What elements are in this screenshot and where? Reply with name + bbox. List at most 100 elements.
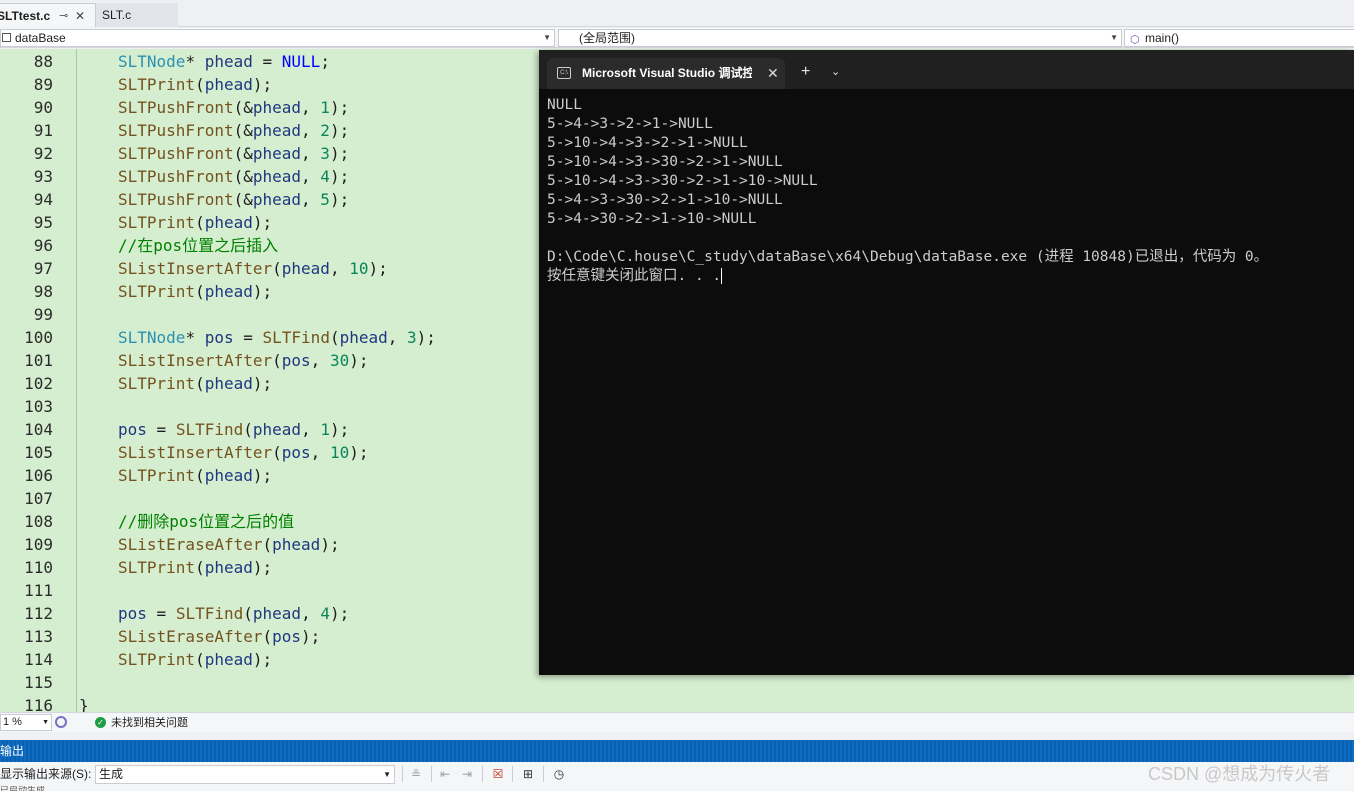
- code-token: );: [416, 328, 436, 347]
- code-text: SLTNode* pos = SLTFind(phead, 3);: [118, 326, 436, 349]
- line-number: 95: [33, 213, 53, 232]
- debug-console-window[interactable]: C:\ Microsoft Visual Studio 调试控制台 ✕ + ⌄ …: [539, 50, 1354, 675]
- code-token: (&: [233, 167, 253, 186]
- code-token: );: [252, 650, 273, 669]
- code-token: (: [195, 466, 205, 485]
- code-token: (: [243, 604, 253, 623]
- code-token: );: [252, 213, 273, 232]
- close-tab-icon[interactable]: ✕: [75, 4, 85, 28]
- code-token: SListInsertAfter: [118, 351, 273, 370]
- code-token: SLTPrint: [118, 213, 196, 232]
- code-text: SLTPrint(phead);: [118, 372, 272, 395]
- project-icon: [2, 33, 11, 42]
- member-dropdown[interactable]: ⬡ main(): [1124, 29, 1354, 47]
- code-text: SListInsertAfter(pos, 10);: [118, 441, 368, 464]
- code-token: ,: [301, 121, 321, 140]
- code-token: phead: [204, 558, 253, 577]
- code-token: 1: [320, 420, 330, 439]
- code-token: phead: [281, 259, 330, 278]
- line-number: 104: [24, 420, 53, 439]
- pin-icon[interactable]: ⊸: [59, 4, 68, 28]
- find-message-icon[interactable]: ≗: [408, 767, 424, 782]
- code-token: (: [195, 374, 205, 393]
- code-token: *: [185, 328, 205, 347]
- code-line[interactable]: 116}: [0, 694, 1354, 712]
- line-number: 88: [33, 52, 53, 71]
- code-token: );: [349, 443, 369, 462]
- code-token: (: [262, 627, 273, 646]
- code-token: //在pos位置之后插入: [118, 236, 279, 255]
- line-number: 96: [33, 236, 53, 255]
- new-tab-button[interactable]: +: [801, 58, 810, 86]
- code-cleanup-icon[interactable]: [55, 716, 67, 728]
- code-token: (: [195, 558, 205, 577]
- previous-message-icon[interactable]: ⇤: [437, 767, 453, 782]
- code-token: (: [243, 420, 253, 439]
- toolbar-separator: [512, 766, 513, 782]
- chevron-down-icon: ▼: [1110, 33, 1118, 42]
- terminal-icon: C:\: [557, 67, 571, 79]
- code-text: }: [79, 696, 89, 712]
- code-token: );: [252, 558, 273, 577]
- code-text: SListInsertAfter(pos, 30);: [118, 349, 368, 372]
- chevron-down-icon: ▼: [42, 719, 49, 726]
- next-message-icon[interactable]: ⇥: [459, 767, 475, 782]
- chevron-down-icon[interactable]: ⌄: [831, 58, 840, 86]
- code-text: SLTPrint(phead);: [118, 648, 272, 671]
- code-token: phead: [204, 466, 253, 485]
- issues-status[interactable]: 未找到相关问题: [111, 713, 188, 733]
- code-token: phead: [204, 650, 253, 669]
- code-token: phead: [204, 282, 253, 301]
- project-dropdown[interactable]: dataBase ▼: [0, 29, 555, 47]
- line-number: 105: [24, 443, 53, 462]
- code-token: SLTFind: [262, 328, 330, 347]
- code-token: 1: [320, 98, 330, 117]
- zoom-dropdown[interactable]: 1 % ▼: [0, 714, 52, 731]
- code-token: phead: [252, 167, 302, 186]
- code-token: (: [262, 535, 273, 554]
- word-wrap-icon[interactable]: ⊞: [520, 767, 536, 782]
- code-token: ,: [301, 167, 321, 186]
- close-icon[interactable]: ✕: [767, 58, 779, 89]
- line-number: 93: [33, 167, 53, 186]
- chevron-down-icon: ▼: [383, 770, 391, 779]
- output-panel-header[interactable]: 输出: [0, 740, 1354, 762]
- code-token: );: [252, 282, 273, 301]
- code-token: );: [329, 167, 350, 186]
- code-token: 2: [320, 121, 330, 140]
- line-number: 103: [24, 397, 53, 416]
- code-token: 30: [329, 351, 350, 370]
- line-number: 108: [24, 512, 53, 531]
- code-token: (: [272, 443, 282, 462]
- code-token: );: [349, 351, 369, 370]
- tab-sltest-c[interactable]: SLTtest.c ⊸ ✕: [0, 3, 96, 27]
- code-token: phead: [252, 144, 302, 163]
- output-panel-title: 输出: [0, 744, 25, 758]
- code-token: 5: [320, 190, 330, 209]
- code-text: pos = SLTFind(phead, 4);: [118, 602, 349, 625]
- tab-slt-c[interactable]: SLT.c: [96, 3, 178, 27]
- console-titlebar: C:\ Microsoft Visual Studio 调试控制台 ✕ + ⌄: [539, 50, 1354, 89]
- code-token: phead: [272, 535, 321, 554]
- code-text: SLTPushFront(&phead, 2);: [118, 119, 349, 142]
- code-token: 4: [320, 167, 330, 186]
- console-tab[interactable]: C:\ Microsoft Visual Studio 调试控制台 ✕: [547, 58, 785, 89]
- code-token: ,: [301, 604, 321, 623]
- code-token: phead: [252, 98, 302, 117]
- scope-dropdown[interactable]: (全局范围) ▼: [558, 29, 1122, 47]
- code-token: 3: [320, 144, 330, 163]
- line-number: 106: [24, 466, 53, 485]
- line-number: 114: [24, 650, 53, 669]
- code-token: pos: [281, 443, 311, 462]
- code-token: phead: [204, 75, 253, 94]
- member-name: main(): [1145, 31, 1180, 45]
- code-token: ,: [301, 144, 321, 163]
- output-toolbar: 显示输出来源(S): 生成 ▼ ≗ ⇤ ⇥ ☒ ⊞ ◷ CSDN @想成为传火者: [0, 762, 1354, 786]
- output-source-dropdown[interactable]: 生成 ▼: [95, 765, 395, 784]
- code-token: ,: [387, 328, 408, 347]
- code-text: SListInsertAfter(phead, 10);: [118, 257, 388, 280]
- clock-icon[interactable]: ◷: [551, 767, 567, 782]
- code-token: (: [272, 351, 282, 370]
- line-number: 91: [33, 121, 53, 140]
- clear-all-icon[interactable]: ☒: [490, 767, 506, 782]
